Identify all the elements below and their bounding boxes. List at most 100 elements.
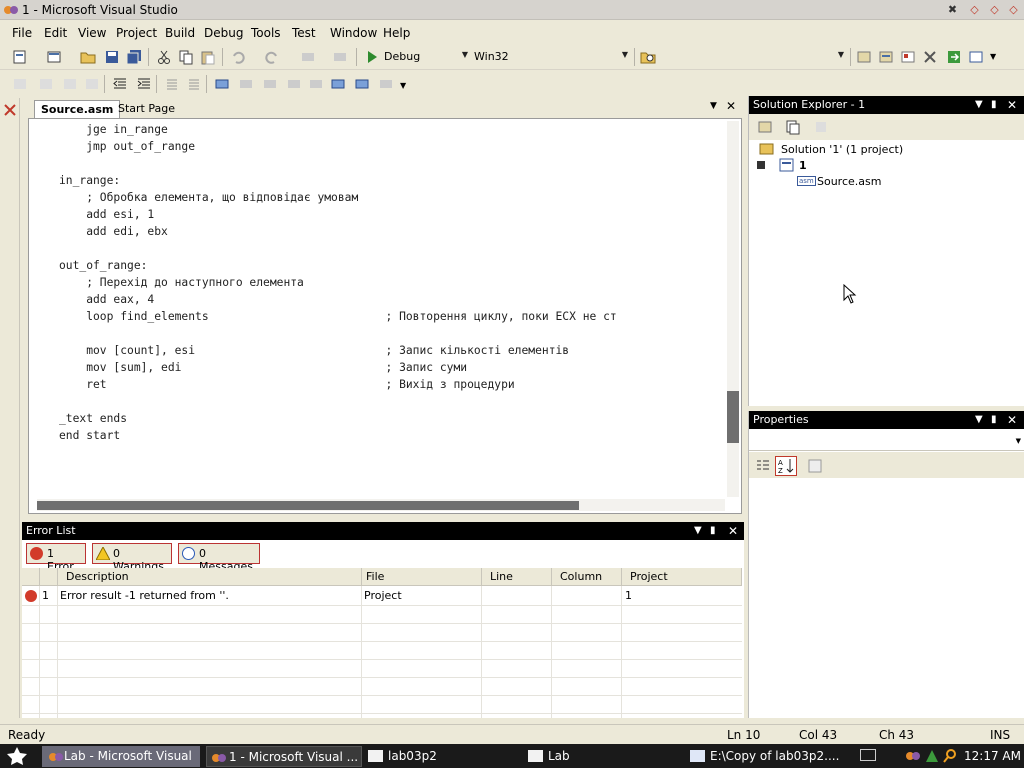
increase-indent-icon[interactable] bbox=[136, 76, 152, 92]
tree-item-project[interactable]: 1 bbox=[799, 159, 807, 172]
navigate-forward-icon[interactable] bbox=[332, 49, 348, 65]
errors-filter-button[interactable]: 1 Error bbox=[26, 543, 86, 573]
start-menu-icon[interactable] bbox=[6, 746, 28, 766]
window-control-icon[interactable]: ◇ bbox=[966, 2, 983, 18]
start-page-icon[interactable] bbox=[946, 49, 962, 65]
search-tray-icon[interactable] bbox=[942, 748, 958, 764]
messages-filter-button[interactable]: 0 Messages bbox=[178, 543, 260, 573]
next-bookmark-in-document-icon[interactable] bbox=[354, 76, 370, 92]
find-in-files-icon[interactable] bbox=[640, 49, 656, 65]
refresh-icon[interactable] bbox=[813, 119, 829, 135]
auto-hide-pin-icon[interactable]: ▮ bbox=[991, 96, 997, 114]
horizontal-scrollbar[interactable] bbox=[37, 499, 725, 511]
column-header-project[interactable]: Project bbox=[622, 568, 742, 586]
save-all-icon[interactable] bbox=[126, 49, 142, 65]
window-position-icon[interactable]: ▼ bbox=[975, 96, 983, 114]
menu-test[interactable]: Test bbox=[292, 26, 316, 40]
previous-bookmark-in-document-icon[interactable] bbox=[330, 76, 346, 92]
vertical-scroll-thumb[interactable] bbox=[727, 391, 739, 443]
properties-window-icon[interactable] bbox=[878, 49, 894, 65]
taskbar-item-active-visual-studio[interactable]: 1 - Microsoft Visual ... bbox=[206, 746, 362, 767]
solution-configuration-combo[interactable]: Debug ▼ bbox=[380, 48, 470, 66]
menu-project[interactable]: Project bbox=[116, 26, 157, 40]
alphabetical-icon[interactable]: AZ bbox=[775, 456, 797, 476]
tab-source-asm[interactable]: Source.asm bbox=[34, 100, 121, 118]
show-all-files-icon[interactable] bbox=[785, 119, 801, 135]
copy-icon[interactable] bbox=[178, 49, 194, 65]
solution-explorer-icon[interactable] bbox=[856, 49, 872, 65]
window-control-icon[interactable]: ◇ bbox=[986, 2, 1003, 18]
warnings-filter-button[interactable]: 0 Warnings bbox=[92, 543, 172, 573]
tab-start-page[interactable]: Start Page bbox=[112, 100, 181, 118]
clear-bookmarks-icon[interactable] bbox=[378, 76, 394, 92]
table-row[interactable]: 1 Error result -1 returned from ''. Proj… bbox=[22, 586, 742, 605]
menu-tools[interactable]: Tools bbox=[251, 26, 281, 40]
previous-bookmark-icon[interactable] bbox=[238, 76, 254, 92]
redo-icon[interactable] bbox=[264, 49, 280, 65]
undo-icon[interactable] bbox=[230, 49, 246, 65]
menu-debug[interactable]: Debug bbox=[204, 26, 243, 40]
menu-file[interactable]: File bbox=[12, 26, 32, 40]
menu-window[interactable]: Window bbox=[330, 26, 377, 40]
collapse-icon[interactable] bbox=[757, 161, 765, 169]
next-bookmark-icon[interactable] bbox=[262, 76, 278, 92]
taskbar-item-lab-visual-studio[interactable]: Lab - Microsoft Visual ... bbox=[42, 746, 200, 767]
code-text[interactable]: jge in_range jmp out_of_range in_range: … bbox=[59, 121, 617, 444]
keyboard-icon[interactable] bbox=[860, 749, 876, 761]
command-window-icon[interactable] bbox=[968, 49, 984, 65]
new-project-icon[interactable] bbox=[12, 49, 28, 65]
find-combo[interactable]: ▼ bbox=[660, 48, 846, 66]
close-panel-icon[interactable]: ✕ bbox=[728, 522, 738, 540]
code-editor[interactable]: jge in_range jmp out_of_range in_range: … bbox=[28, 118, 742, 514]
close-document-icon[interactable]: ✕ bbox=[726, 99, 736, 113]
auto-hide-pin-icon[interactable]: ▮ bbox=[991, 411, 997, 429]
taskbar-item-lab-folder[interactable]: Lab bbox=[526, 746, 684, 767]
display-object-member-list-icon[interactable] bbox=[12, 76, 28, 92]
navigate-backward-icon[interactable] bbox=[300, 49, 316, 65]
auto-hide-pin-icon[interactable]: ▮ bbox=[710, 522, 716, 540]
menu-edit[interactable]: Edit bbox=[44, 26, 67, 40]
open-file-icon[interactable] bbox=[80, 49, 96, 65]
taskbar-item-notepad[interactable]: E:\Copy of lab03p2.... bbox=[688, 746, 844, 767]
toolbar-options-icon[interactable]: ▼ bbox=[990, 52, 996, 61]
categorized-icon[interactable] bbox=[755, 458, 771, 474]
uncomment-lines-icon[interactable] bbox=[186, 76, 202, 92]
menu-help[interactable]: Help bbox=[383, 26, 410, 40]
column-header-column[interactable]: Column bbox=[552, 568, 622, 586]
object-selector-combo[interactable]: ▼ bbox=[749, 431, 1024, 451]
decrease-indent-icon[interactable] bbox=[112, 76, 128, 92]
horizontal-scroll-thumb[interactable] bbox=[37, 501, 579, 510]
column-header-file[interactable]: File bbox=[362, 568, 482, 586]
object-browser-icon[interactable] bbox=[900, 49, 916, 65]
clock[interactable]: 12:17 AM bbox=[964, 749, 1021, 763]
start-debugging-icon[interactable] bbox=[364, 49, 380, 65]
menu-view[interactable]: View bbox=[78, 26, 106, 40]
solution-platform-combo[interactable]: Win32 ▼ bbox=[470, 48, 630, 66]
window-control-icon[interactable]: ◇ bbox=[1005, 2, 1022, 18]
window-position-icon[interactable]: ▼ bbox=[694, 522, 702, 540]
properties-icon[interactable] bbox=[757, 119, 773, 135]
toolbox-icon[interactable] bbox=[2, 102, 18, 118]
network-tray-icon[interactable] bbox=[924, 748, 940, 764]
comment-lines-icon[interactable] bbox=[164, 76, 180, 92]
tree-item-source-asm[interactable]: Source.asm bbox=[817, 175, 881, 188]
menu-build[interactable]: Build bbox=[165, 26, 195, 40]
previous-bookmark-in-folder-icon[interactable] bbox=[286, 76, 302, 92]
close-window-icon[interactable]: ✖ bbox=[944, 2, 961, 18]
toolbar-options-icon[interactable]: ▼ bbox=[400, 81, 406, 90]
display-quick-info-icon[interactable] bbox=[62, 76, 78, 92]
property-pages-icon[interactable] bbox=[807, 458, 823, 474]
toggle-bookmark-icon[interactable] bbox=[214, 76, 230, 92]
window-position-icon[interactable]: ▼ bbox=[975, 411, 983, 429]
add-item-icon[interactable] bbox=[46, 49, 62, 65]
save-icon[interactable] bbox=[104, 49, 120, 65]
next-bookmark-in-folder-icon[interactable] bbox=[308, 76, 324, 92]
visual-studio-tray-icon[interactable] bbox=[904, 748, 922, 764]
active-files-dropdown-icon[interactable]: ▼ bbox=[710, 101, 717, 111]
paste-icon[interactable] bbox=[200, 49, 216, 65]
column-header-description[interactable]: Description bbox=[58, 568, 362, 586]
column-header-line[interactable]: Line bbox=[482, 568, 552, 586]
tree-item-solution[interactable]: Solution '1' (1 project) bbox=[781, 143, 903, 156]
display-word-completion-icon[interactable] bbox=[84, 76, 100, 92]
display-parameter-info-icon[interactable] bbox=[38, 76, 54, 92]
